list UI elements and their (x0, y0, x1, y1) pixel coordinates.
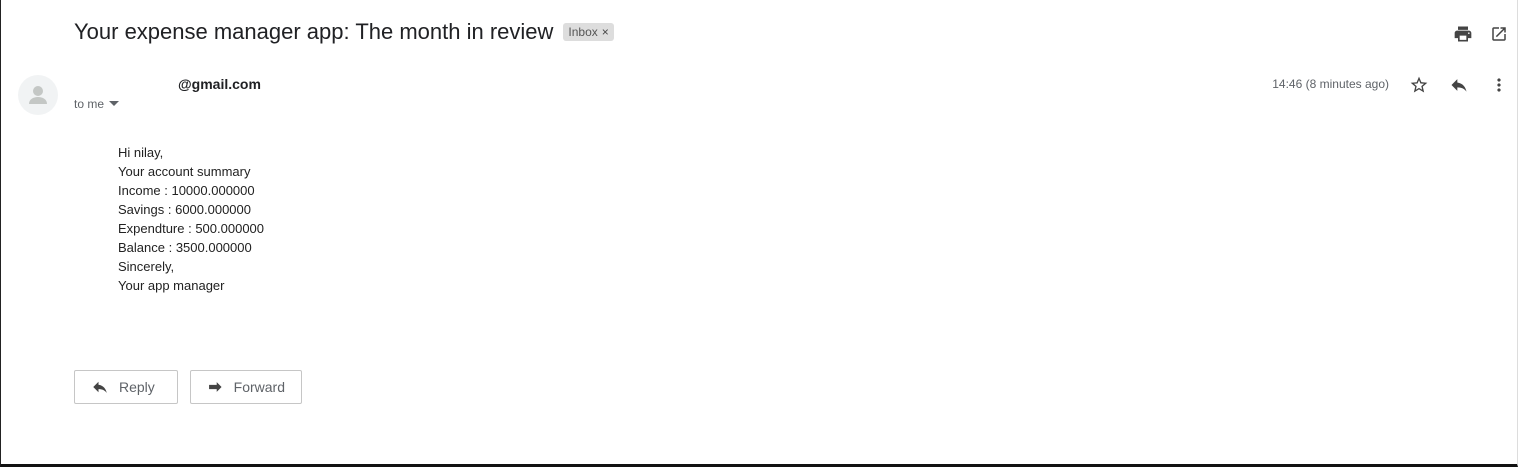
recipient-text: to me (74, 97, 105, 111)
subject-row: Your expense manager app: The month in r… (74, 17, 614, 47)
forward-button[interactable]: Forward (190, 370, 302, 404)
sender-email[interactable]: @gmail.com (178, 76, 261, 92)
reply-icon[interactable] (1449, 75, 1469, 95)
reply-button[interactable]: Reply (74, 370, 178, 404)
body-line: Savings : 6000.000000 (118, 202, 251, 217)
email-body: Hi nilay, Your account summary Income : … (118, 143, 264, 295)
forward-arrow-icon (209, 382, 222, 392)
inbox-label-chip[interactable]: Inbox × (563, 23, 614, 41)
print-icon[interactable] (1453, 24, 1473, 44)
message-actions (1409, 75, 1509, 95)
body-line: Income : 10000.000000 (118, 183, 255, 198)
body-line: Hi nilay, (118, 145, 164, 160)
body-line: Your app manager (118, 278, 225, 293)
forward-button-label: Forward (233, 379, 285, 395)
body-line: Sincerely, (118, 259, 175, 274)
recipient-details-toggle[interactable]: to me (74, 97, 120, 111)
message-timestamp: 14:46 (8 minutes ago) (1272, 77, 1389, 91)
reply-arrow-icon (93, 381, 107, 393)
avatar-person-icon (29, 86, 47, 104)
email-view: Your expense manager app: The month in r… (0, 0, 1518, 467)
reply-forward-bar: Reply Forward (74, 370, 302, 404)
star-icon[interactable] (1409, 75, 1429, 95)
body-line: Expendture : 500.000000 (118, 221, 265, 236)
label-chip-text: Inbox (568, 25, 598, 39)
email-subject: Your expense manager app: The month in r… (74, 19, 554, 44)
more-vert-icon[interactable] (1489, 75, 1509, 95)
thread-actions (1453, 24, 1509, 44)
chevron-down-icon (109, 101, 120, 106)
body-line: Your account summary (118, 164, 251, 179)
open-in-new-window-icon[interactable] (1489, 24, 1509, 44)
sender-avatar[interactable] (18, 75, 58, 115)
remove-label-icon[interactable]: × (602, 25, 609, 39)
body-line: Balance : 3500.000000 (118, 240, 252, 255)
reply-button-label: Reply (119, 379, 155, 395)
